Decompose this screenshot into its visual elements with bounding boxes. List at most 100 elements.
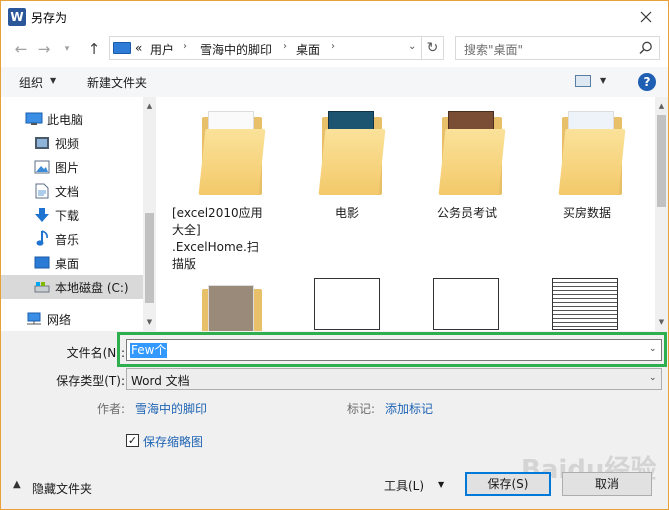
back-arrow-icon: ← bbox=[14, 40, 28, 58]
up-arrow-icon: ↑ bbox=[87, 40, 101, 58]
scroll-up-icon[interactable]: ▲ bbox=[145, 101, 154, 111]
desktop-icon bbox=[34, 256, 50, 269]
chevron-up-icon[interactable]: ▲ bbox=[13, 479, 21, 490]
view-options-icon[interactable] bbox=[575, 75, 591, 87]
refresh-button[interactable]: ↻ bbox=[422, 36, 444, 60]
scroll-up-icon[interactable]: ▲ bbox=[657, 101, 666, 111]
folder-name: 大全] bbox=[172, 223, 201, 237]
organize-button[interactable]: 组织 bbox=[19, 74, 43, 91]
folder-name: .ExcelHome.扫 bbox=[172, 240, 259, 254]
chevron-down-icon: ▾ bbox=[64, 44, 70, 54]
folder-name: 买房数据 bbox=[562, 206, 611, 220]
word-app-icon: W bbox=[8, 8, 26, 26]
refresh-icon: ↻ bbox=[426, 40, 439, 56]
author-field[interactable]: 雪海中的脚印 bbox=[135, 400, 207, 417]
document-icon bbox=[35, 183, 49, 199]
author-label: 作者: bbox=[97, 402, 126, 416]
dialog-title: 另存为 bbox=[31, 11, 68, 25]
breadcrumb-separator-icon[interactable]: › bbox=[331, 41, 335, 52]
breadcrumb-separator-icon[interactable]: › bbox=[183, 41, 187, 52]
sidebar-item-label: 此电脑 bbox=[47, 113, 84, 127]
folder-name: 公务员考试 bbox=[436, 206, 497, 220]
sidebar-item-videos[interactable]: 视频 bbox=[1, 131, 143, 155]
sidebar-item-documents[interactable]: 文档 bbox=[1, 179, 143, 203]
search-box[interactable]: 搜索"桌面" bbox=[455, 36, 660, 60]
tools-button[interactable]: 工具(L) bbox=[384, 477, 424, 494]
folder-item[interactable]: 电影 bbox=[292, 97, 402, 257]
hide-folders-button[interactable]: 隐藏文件夹 bbox=[32, 480, 92, 497]
close-button[interactable] bbox=[632, 5, 660, 29]
sidebar-item-music[interactable]: 音乐 bbox=[1, 227, 143, 251]
forward-arrow-icon: → bbox=[37, 40, 51, 58]
network-icon bbox=[27, 312, 41, 325]
sidebar-item-label: 本地磁盘 (C:) bbox=[55, 281, 129, 295]
organize-dropdown-icon[interactable]: ▼ bbox=[50, 76, 56, 85]
forward-button[interactable]: → bbox=[34, 39, 54, 59]
up-button[interactable]: ↑ bbox=[84, 39, 104, 59]
file-list-scroll-thumb[interactable] bbox=[657, 115, 666, 207]
sidebar-scroll-thumb[interactable] bbox=[145, 213, 154, 303]
document-thumbnail[interactable] bbox=[433, 278, 499, 330]
view-dropdown-icon[interactable]: ▼ bbox=[600, 76, 606, 85]
file-list-scrollbar[interactable]: ▲ ▼ bbox=[655, 97, 668, 331]
toolbar: 组织 ▼ 新建文件夹 ▼ ? bbox=[1, 67, 668, 97]
breadcrumb-users[interactable]: 用户 bbox=[150, 41, 174, 58]
sidebar-item-label: 下载 bbox=[55, 209, 80, 223]
filetype-value: Word 文档 bbox=[131, 374, 190, 388]
sidebar-item-label: 音乐 bbox=[55, 233, 80, 247]
document-thumbnail[interactable] bbox=[314, 278, 380, 330]
sidebar-item-this-pc[interactable]: 此电脑 bbox=[1, 107, 143, 131]
back-button[interactable]: ← bbox=[11, 39, 31, 59]
sidebar-item-label: 文档 bbox=[55, 185, 80, 199]
sidebar-item-desktop[interactable]: 桌面 bbox=[1, 251, 143, 275]
computer-icon bbox=[113, 42, 131, 54]
scroll-down-icon[interactable]: ▼ bbox=[145, 317, 154, 327]
address-bar[interactable]: « 用户 › 雪海中的脚印 › 桌面 › ⌄ bbox=[109, 36, 422, 60]
music-icon bbox=[36, 230, 48, 246]
save-thumbnail-checkbox[interactable]: ✓ bbox=[126, 434, 139, 447]
search-icon bbox=[639, 41, 652, 55]
recent-locations-button[interactable]: ▾ bbox=[57, 39, 77, 59]
filetype-dropdown-icon[interactable]: ⌄ bbox=[649, 373, 657, 383]
scroll-down-icon[interactable]: ▼ bbox=[657, 317, 666, 327]
sidebar-item-network[interactable]: 网络 bbox=[1, 307, 143, 331]
document-thumbnail[interactable] bbox=[552, 278, 618, 330]
sidebar-scrollbar[interactable]: ▲ ▼ bbox=[143, 97, 156, 331]
folder-item[interactable]: 公务员考试 bbox=[412, 97, 522, 257]
sidebar-item-label: 网络 bbox=[47, 313, 72, 327]
video-icon bbox=[35, 137, 49, 149]
sidebar-item-label: 桌面 bbox=[55, 257, 80, 271]
help-button[interactable]: ? bbox=[638, 73, 656, 91]
new-folder-button[interactable]: 新建文件夹 bbox=[87, 74, 147, 91]
sidebar-item-label: 图片 bbox=[55, 161, 80, 175]
save-as-dialog: W 另存为 ← → ▾ ↑ « 用户 › 雪海中的脚印 › 桌面 › ⌄ ↻ 搜… bbox=[0, 0, 669, 510]
annotation-highlight-box bbox=[117, 332, 667, 367]
folder-name: 描版 bbox=[172, 257, 197, 271]
save-thumbnail-label[interactable]: 保存缩略图 bbox=[143, 433, 203, 450]
sidebar-item-downloads[interactable]: 下载 bbox=[1, 203, 143, 227]
save-button[interactable]: 保存(S) bbox=[465, 472, 551, 496]
address-dropdown-icon[interactable]: ⌄ bbox=[408, 41, 416, 52]
folder-item[interactable] bbox=[172, 283, 282, 331]
folder-item[interactable]: 买房数据 bbox=[532, 97, 642, 257]
breadcrumb-separator-icon[interactable]: › bbox=[283, 41, 287, 52]
filetype-select[interactable]: Word 文档 ⌄ bbox=[126, 368, 662, 390]
folder-icon bbox=[558, 129, 626, 195]
breadcrumb-desktop[interactable]: 桌面 bbox=[296, 41, 320, 58]
sidebar-item-pictures[interactable]: 图片 bbox=[1, 155, 143, 179]
sidebar-item-local-disk[interactable]: 本地磁盘 (C:) bbox=[1, 275, 143, 299]
tags-field[interactable]: 添加标记 bbox=[385, 400, 433, 417]
sidebar-item-label: 视频 bbox=[55, 137, 80, 151]
address-prefix[interactable]: « bbox=[135, 41, 142, 55]
close-icon bbox=[640, 11, 652, 23]
folder-item[interactable]: [excel2010应用 大全] .ExcelHome.扫 描版 bbox=[172, 97, 282, 271]
drive-icon bbox=[34, 282, 50, 293]
folder-name: [excel2010应用 bbox=[172, 206, 263, 220]
breadcrumb-user[interactable]: 雪海中的脚印 bbox=[200, 41, 272, 58]
search-input[interactable]: 搜索"桌面" bbox=[464, 41, 523, 58]
tools-dropdown-icon[interactable]: ▼ bbox=[438, 480, 444, 489]
cancel-button[interactable]: 取消 bbox=[562, 472, 652, 496]
folder-icon bbox=[318, 129, 386, 195]
computer-icon bbox=[25, 112, 43, 125]
navigation-pane: 此电脑 视频 图片 文档 下载 音乐 桌面 本地磁盘 (C:) 网络 ▲ ▼ bbox=[1, 97, 156, 331]
